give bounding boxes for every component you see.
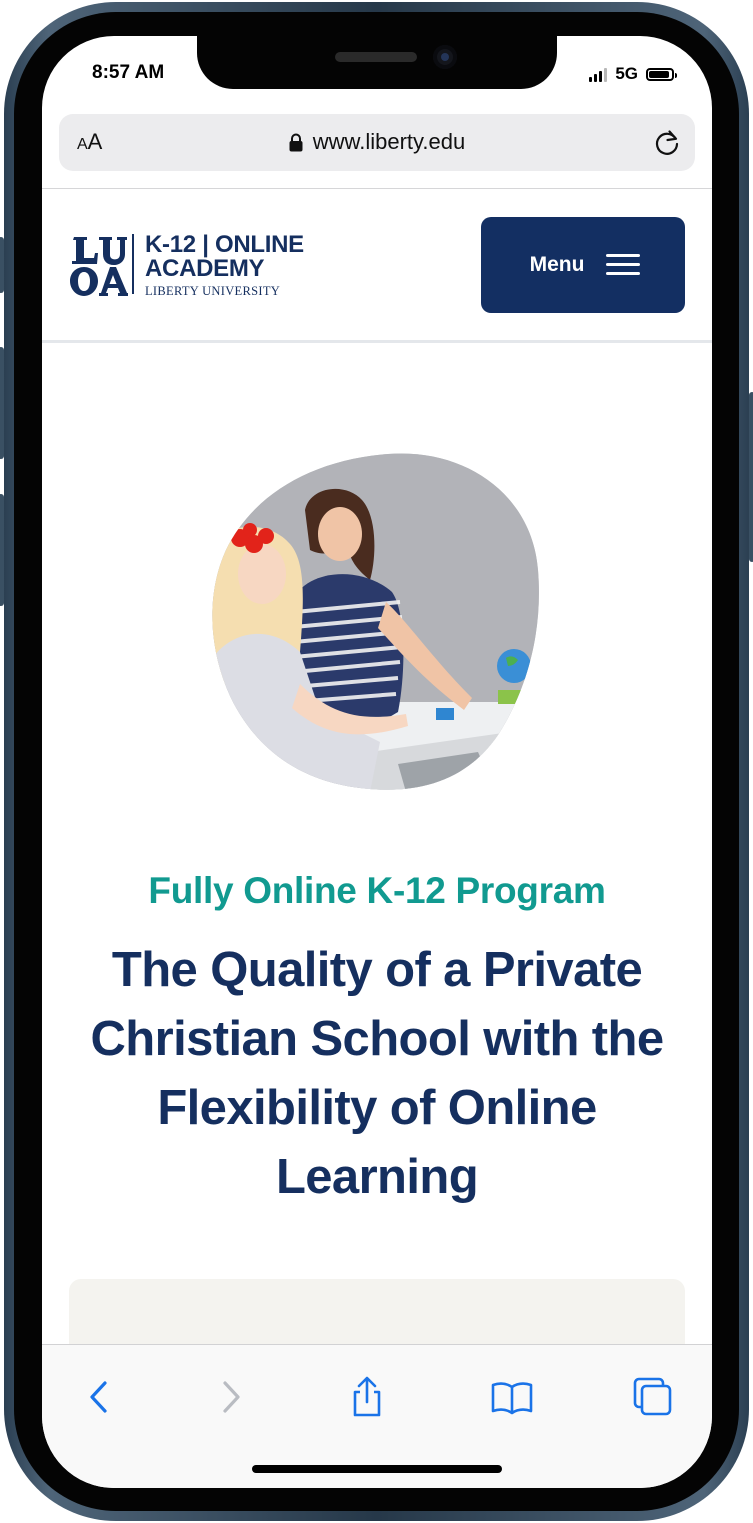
lock-icon [289, 133, 303, 151]
hero-eyebrow: Fully Online K-12 Program [148, 870, 606, 911]
status-time: 8:57 AM [92, 62, 165, 83]
volume-up-button [0, 347, 4, 459]
notch [197, 36, 557, 89]
tabs-icon[interactable] [631, 1375, 675, 1419]
status-indicators: 5G [589, 64, 677, 84]
luoa-monogram-icon [70, 237, 128, 296]
hero-photo [212, 453, 539, 790]
browser-toolbar [42, 1344, 712, 1488]
back-chevron-icon[interactable] [78, 1375, 122, 1419]
luoa-logo[interactable]: K-12 | ONLINE ACADEMY LIBERTY UNIVERSITY [70, 233, 340, 299]
phone-screen: 8:57 AM 5G AA www.liberty.edu K-12 | ONL… [42, 36, 712, 1488]
url-text: www.liberty.edu [312, 129, 466, 154]
header-border [42, 340, 712, 343]
forward-chevron-icon[interactable] [208, 1375, 252, 1419]
battery-icon [646, 67, 677, 81]
address-bar[interactable]: AA www.liberty.edu [59, 114, 695, 171]
signal-icon [589, 67, 608, 82]
power-button [749, 392, 753, 562]
volume-down-button [0, 494, 4, 606]
share-icon[interactable] [345, 1375, 389, 1419]
logo-line-1: K-12 | ONLINE [145, 231, 304, 258]
front-camera [433, 45, 457, 69]
action-button [0, 237, 4, 293]
logo-line-2: ACADEMY [145, 255, 265, 282]
network-type: 5G [615, 64, 638, 83]
hero-headline: The Quality of a Private Christian Schoo… [90, 943, 664, 1204]
book-icon[interactable] [490, 1375, 534, 1419]
speaker [335, 52, 417, 62]
url-field[interactable]: www.liberty.edu [59, 129, 695, 157]
hamburger-icon [606, 254, 641, 276]
logo-separator [132, 234, 134, 294]
home-indicator[interactable] [252, 1465, 502, 1473]
logo-wordmark: K-12 | ONLINE ACADEMY LIBERTY UNIVERSITY [145, 233, 304, 299]
logo-line-3: LIBERTY UNIVERSITY [145, 284, 281, 298]
reload-icon[interactable] [651, 127, 683, 159]
menu-button[interactable]: Menu [481, 217, 685, 313]
site-header: K-12 | ONLINE ACADEMY LIBERTY UNIVERSITY… [42, 189, 712, 341]
battery-level [649, 70, 669, 78]
menu-label: Menu [529, 253, 585, 276]
